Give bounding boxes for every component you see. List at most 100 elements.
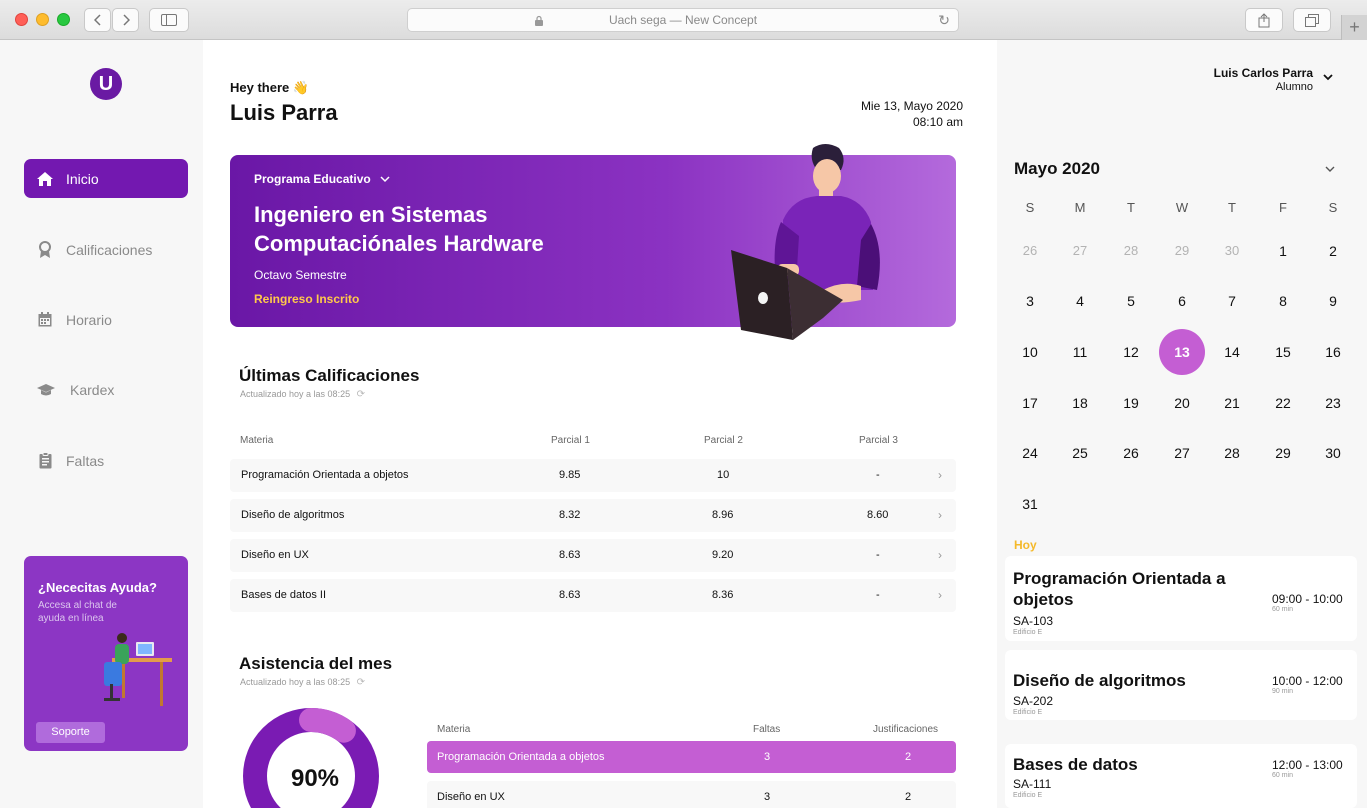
calendar-day[interactable]: 17 <box>1010 383 1050 423</box>
calendar-day[interactable]: 31 <box>1010 484 1050 524</box>
calendar-day[interactable]: 3 <box>1010 281 1050 321</box>
calendar-day[interactable]: 9 <box>1313 281 1353 321</box>
back-button[interactable] <box>84 8 111 32</box>
cell-p3: 8.60 <box>867 509 889 521</box>
calendar-day-prev-month[interactable]: 28 <box>1111 231 1151 271</box>
attendance-title: Asistencia del mes <box>239 654 393 673</box>
calendar-day[interactable]: 11 <box>1060 332 1100 372</box>
table-row[interactable]: Diseño de algoritmos 8.32 8.96 8.60 › <box>230 499 956 532</box>
sidebar-item-label: Horario <box>66 311 112 328</box>
chevron-down-icon[interactable] <box>1323 72 1333 82</box>
address-bar[interactable]: Uach sega — New Concept ↻ <box>407 8 959 32</box>
share-button[interactable] <box>1245 8 1283 32</box>
tabs-overview-button[interactable] <box>1293 8 1331 32</box>
calendar-month: Mayo 2020 <box>1014 159 1100 178</box>
calendar-day[interactable]: 8 <box>1263 281 1303 321</box>
calendar-day[interactable]: 27 <box>1162 433 1202 473</box>
calendar-day[interactable]: 22 <box>1263 383 1303 423</box>
calendar-day[interactable]: 12 <box>1111 332 1151 372</box>
cell-p1: 8.63 <box>559 549 581 561</box>
calendar-day-prev-month[interactable]: 26 <box>1010 231 1050 271</box>
tabs-icon <box>1305 13 1319 27</box>
table-row[interactable]: Diseño en UX 8.63 9.20 - › <box>230 539 956 572</box>
chevron-left-icon <box>93 14 101 26</box>
program-dropdown[interactable]: Programa Educativo <box>254 172 390 186</box>
calendar-day[interactable]: 19 <box>1111 383 1151 423</box>
calendar-day[interactable]: 23 <box>1313 383 1353 423</box>
class-name: Bases de datos <box>1013 755 1138 774</box>
cell-p3: - <box>876 589 880 601</box>
table-row[interactable]: Programación Orientada a objetos 9.85 10… <box>230 459 956 492</box>
university-logo[interactable]: U <box>90 68 122 100</box>
cell-subject: Diseño en UX <box>241 549 309 561</box>
calendar-day[interactable]: 24 <box>1010 433 1050 473</box>
class-card[interactable]: Bases de datos SA-111 Edificio E 12:00 -… <box>1005 744 1357 808</box>
cell-subject: Diseño en UX <box>437 791 505 803</box>
calendar-day[interactable]: 29 <box>1263 433 1303 473</box>
calendar-day[interactable]: 18 <box>1060 383 1100 423</box>
minimize-window-button[interactable] <box>36 13 49 26</box>
sidebar: U Inicio Calificaciones Horario Kardex F… <box>0 40 203 808</box>
enrollment-status: Reingreso Inscrito <box>254 292 360 306</box>
calendar-day-prev-month[interactable]: 29 <box>1162 231 1202 271</box>
calendar-day[interactable]: 4 <box>1060 281 1100 321</box>
calendar-day[interactable]: 5 <box>1111 281 1151 321</box>
calendar-day-today[interactable]: 13 <box>1159 329 1205 375</box>
cell-p3: - <box>876 549 880 561</box>
weekday-label: M <box>1074 200 1086 215</box>
grades-updated: Actualizado hoy a las 08:25 ⟳ <box>240 389 365 400</box>
calendar-day[interactable]: 28 <box>1212 433 1252 473</box>
cell-p2: 10 <box>717 469 730 481</box>
close-window-button[interactable] <box>15 13 28 26</box>
maximize-window-button[interactable] <box>57 13 70 26</box>
calendar-day-prev-month[interactable]: 27 <box>1060 231 1100 271</box>
refresh-icon[interactable]: ⟳ <box>357 677 365 688</box>
cell-subject: Diseño de algoritmos <box>241 509 345 521</box>
today-label: Hoy <box>1014 538 1037 552</box>
cell-p2: 8.36 <box>712 589 734 601</box>
class-building: Edificio E <box>1013 629 1043 636</box>
class-room: SA-111 <box>1013 777 1052 791</box>
chevron-right-icon <box>122 14 130 26</box>
table-row[interactable]: Diseño en UX 3 2 <box>427 781 956 808</box>
table-row[interactable]: Bases de datos II 8.63 8.36 - › <box>230 579 956 612</box>
calendar-day[interactable]: 14 <box>1212 332 1252 372</box>
calendar-day[interactable]: 21 <box>1212 383 1252 423</box>
calendar-day[interactable]: 30 <box>1313 433 1353 473</box>
semester-label: Octavo Semestre <box>254 268 347 282</box>
calendar-day[interactable]: 25 <box>1060 433 1100 473</box>
calendar-day[interactable]: 20 <box>1162 383 1202 423</box>
user-menu-name[interactable]: Luis Carlos Parra <box>1214 66 1313 80</box>
calendar-day[interactable]: 6 <box>1162 281 1202 321</box>
sidebar-item-calificaciones[interactable]: Calificaciones <box>24 230 188 269</box>
sidebar-item-inicio[interactable]: Inicio <box>24 159 188 198</box>
class-card[interactable]: Diseño de algoritmos SA-202 Edificio E 1… <box>1005 650 1357 720</box>
sidebar-item-kardex[interactable]: Kardex <box>24 370 188 409</box>
class-card[interactable]: Programación Orientada a objetos SA-103 … <box>1005 556 1357 641</box>
chevron-down-icon[interactable] <box>1325 164 1335 174</box>
grades-title: Últimas Calificaciones <box>239 366 420 385</box>
calendar-day[interactable]: 26 <box>1111 433 1151 473</box>
chevron-right-icon: › <box>938 588 942 602</box>
sidebar-item-faltas[interactable]: Faltas <box>24 441 188 480</box>
calendar-day[interactable]: 2 <box>1313 231 1353 271</box>
weekday-label: W <box>1175 200 1189 215</box>
refresh-icon[interactable]: ⟳ <box>357 389 365 400</box>
sidebar-toggle-button[interactable] <box>149 8 189 32</box>
attendance-updated: Actualizado hoy a las 08:25 ⟳ <box>240 677 365 688</box>
weekday-label: S <box>1025 200 1035 215</box>
weekday-label: T <box>1228 200 1236 215</box>
weekday-label: S <box>1328 200 1338 215</box>
new-tab-button[interactable]: + <box>1341 15 1367 40</box>
reload-icon[interactable]: ↻ <box>938 12 950 29</box>
calendar-day[interactable]: 7 <box>1212 281 1252 321</box>
calendar-day[interactable]: 15 <box>1263 332 1303 372</box>
support-button[interactable]: Soporte <box>36 722 105 743</box>
calendar-day[interactable]: 1 <box>1263 231 1303 271</box>
calendar-day[interactable]: 10 <box>1010 332 1050 372</box>
sidebar-item-horario[interactable]: Horario <box>24 300 188 339</box>
calendar-day-prev-month[interactable]: 30 <box>1212 231 1252 271</box>
forward-button[interactable] <box>112 8 139 32</box>
table-row[interactable]: Programación Orientada a objetos 3 2 <box>427 741 956 773</box>
calendar-day[interactable]: 16 <box>1313 332 1353 372</box>
